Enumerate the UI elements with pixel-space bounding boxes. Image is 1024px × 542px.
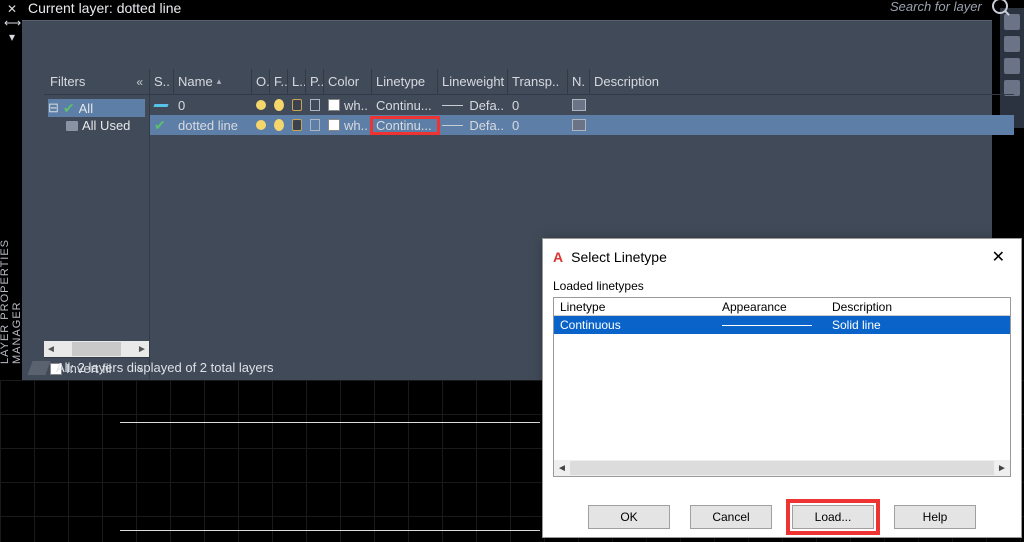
color-swatch: [328, 119, 340, 131]
linetype-description: Solid line: [826, 318, 1010, 332]
status-text: All: 2 layers displayed of 2 total layer…: [56, 360, 274, 375]
close-icon[interactable]: ✕: [4, 2, 20, 16]
search-input[interactable]: [890, 0, 986, 14]
ribbon-icon[interactable]: [1004, 14, 1020, 30]
filters-hscroll[interactable]: ◄ ►: [44, 341, 149, 357]
layer-lineweight[interactable]: Defa..: [438, 98, 508, 113]
newvp-icon[interactable]: [572, 99, 586, 111]
help-button[interactable]: Help: [894, 505, 976, 529]
scroll-left-icon[interactable]: ◄: [554, 463, 570, 474]
filters-tree: ⊟ ✔ All All Used: [44, 95, 149, 341]
plot-icon[interactable]: [310, 119, 320, 131]
layer-linetype[interactable]: Continu...: [372, 118, 438, 133]
filters-pane: Filters « ⊟ ✔ All All Used ◄ ►: [44, 69, 150, 379]
layer-transparency[interactable]: 0: [508, 118, 568, 133]
filter-all-used[interactable]: All Used: [48, 117, 145, 134]
scroll-left-icon[interactable]: ◄: [44, 344, 58, 355]
ok-button[interactable]: OK: [588, 505, 670, 529]
cancel-button[interactable]: Cancel: [690, 505, 772, 529]
color-swatch: [328, 99, 340, 111]
freeze-icon[interactable]: [274, 99, 284, 111]
col-plot[interactable]: P..: [306, 69, 324, 94]
tree-expand-icon[interactable]: ⊟: [48, 100, 59, 116]
col-linetype[interactable]: Linetype: [372, 69, 438, 94]
palette-handle: ✕ ⟷ ▾: [4, 2, 20, 44]
col-appearance[interactable]: Appearance: [716, 298, 826, 315]
layer-color[interactable]: wh..: [324, 118, 372, 133]
plot-icon[interactable]: [310, 99, 320, 111]
layer-linetype[interactable]: Continu...: [372, 98, 438, 113]
col-description[interactable]: Description: [590, 69, 1014, 94]
on-icon[interactable]: [256, 120, 266, 130]
lock-icon[interactable]: [292, 99, 302, 111]
linetype-name: Continuous: [554, 318, 716, 332]
layers-stack-icon: [27, 361, 50, 375]
listbox-hscroll[interactable]: ◄ ►: [554, 460, 1010, 476]
col-lineweight[interactable]: Lineweight: [438, 69, 508, 94]
layer-status-icon: [153, 104, 168, 107]
linetype-listbox: Linetype Appearance Description Continuo…: [553, 297, 1011, 477]
menu-icon[interactable]: ▾: [4, 30, 20, 44]
status-bar: All: 2 layers displayed of 2 total layer…: [22, 356, 282, 379]
dialog-title: Select Linetype: [571, 249, 667, 265]
dialog-titlebar[interactable]: A Select Linetype ✕: [543, 239, 1021, 275]
scroll-right-icon[interactable]: ►: [135, 344, 149, 355]
col-newvp[interactable]: N.: [568, 69, 590, 94]
col-freeze[interactable]: F..: [270, 69, 288, 94]
layer-row[interactable]: 0 wh.. Continu... Defa.. 0: [150, 95, 1014, 115]
current-layer-label: Current layer: dotted line: [22, 0, 992, 20]
col-color[interactable]: Color: [324, 69, 372, 94]
layer-lineweight[interactable]: Defa..: [438, 118, 508, 133]
freeze-icon[interactable]: [274, 119, 284, 131]
layers-header: S.. Name O. F.. L.. P.. Color Linetype L…: [150, 69, 1014, 95]
ribbon-icon[interactable]: [1004, 36, 1020, 52]
current-layer-icon: ✔: [154, 117, 166, 134]
linetype-preview: [722, 325, 812, 326]
col-description[interactable]: Description: [826, 298, 1010, 315]
loaded-linetypes-label: Loaded linetypes: [553, 279, 1011, 293]
col-on[interactable]: O.: [252, 69, 270, 94]
select-linetype-dialog: A Select Linetype ✕ Loaded linetypes Lin…: [542, 238, 1022, 538]
scroll-right-icon[interactable]: ►: [994, 463, 1010, 474]
col-linetype[interactable]: Linetype: [554, 298, 716, 315]
layer-color[interactable]: wh..: [324, 98, 372, 113]
col-name[interactable]: Name: [174, 69, 252, 94]
layer-transparency[interactable]: 0: [508, 98, 568, 113]
search-icon[interactable]: [992, 0, 1008, 14]
load-button[interactable]: Load...: [792, 505, 874, 529]
col-lock[interactable]: L..: [288, 69, 306, 94]
palette-title: LAYER PROPERTIES MANAGER: [0, 170, 22, 370]
linetype-row[interactable]: Continuous Solid line: [554, 316, 1010, 334]
layer-name[interactable]: 0: [174, 98, 252, 113]
folder-icon: [66, 121, 78, 131]
check-icon: ✔: [63, 102, 75, 114]
on-icon[interactable]: [256, 100, 266, 110]
newvp-icon[interactable]: [572, 119, 586, 131]
filters-title: Filters: [50, 74, 85, 89]
filter-all[interactable]: ⊟ ✔ All: [48, 99, 145, 117]
col-status[interactable]: S..: [150, 69, 174, 94]
col-transparency[interactable]: Transp..: [508, 69, 568, 94]
collapse-filters-icon[interactable]: «: [136, 75, 143, 89]
pin-icon[interactable]: ⟷: [4, 16, 20, 30]
app-logo-icon: A: [553, 249, 563, 265]
layer-search: [890, 0, 1008, 14]
close-icon[interactable]: ✕: [986, 245, 1011, 269]
layer-row[interactable]: ✔ dotted line wh.. Continu... Defa.. 0: [150, 115, 1014, 135]
layer-name[interactable]: dotted line: [174, 118, 252, 133]
lock-icon[interactable]: [292, 119, 302, 131]
